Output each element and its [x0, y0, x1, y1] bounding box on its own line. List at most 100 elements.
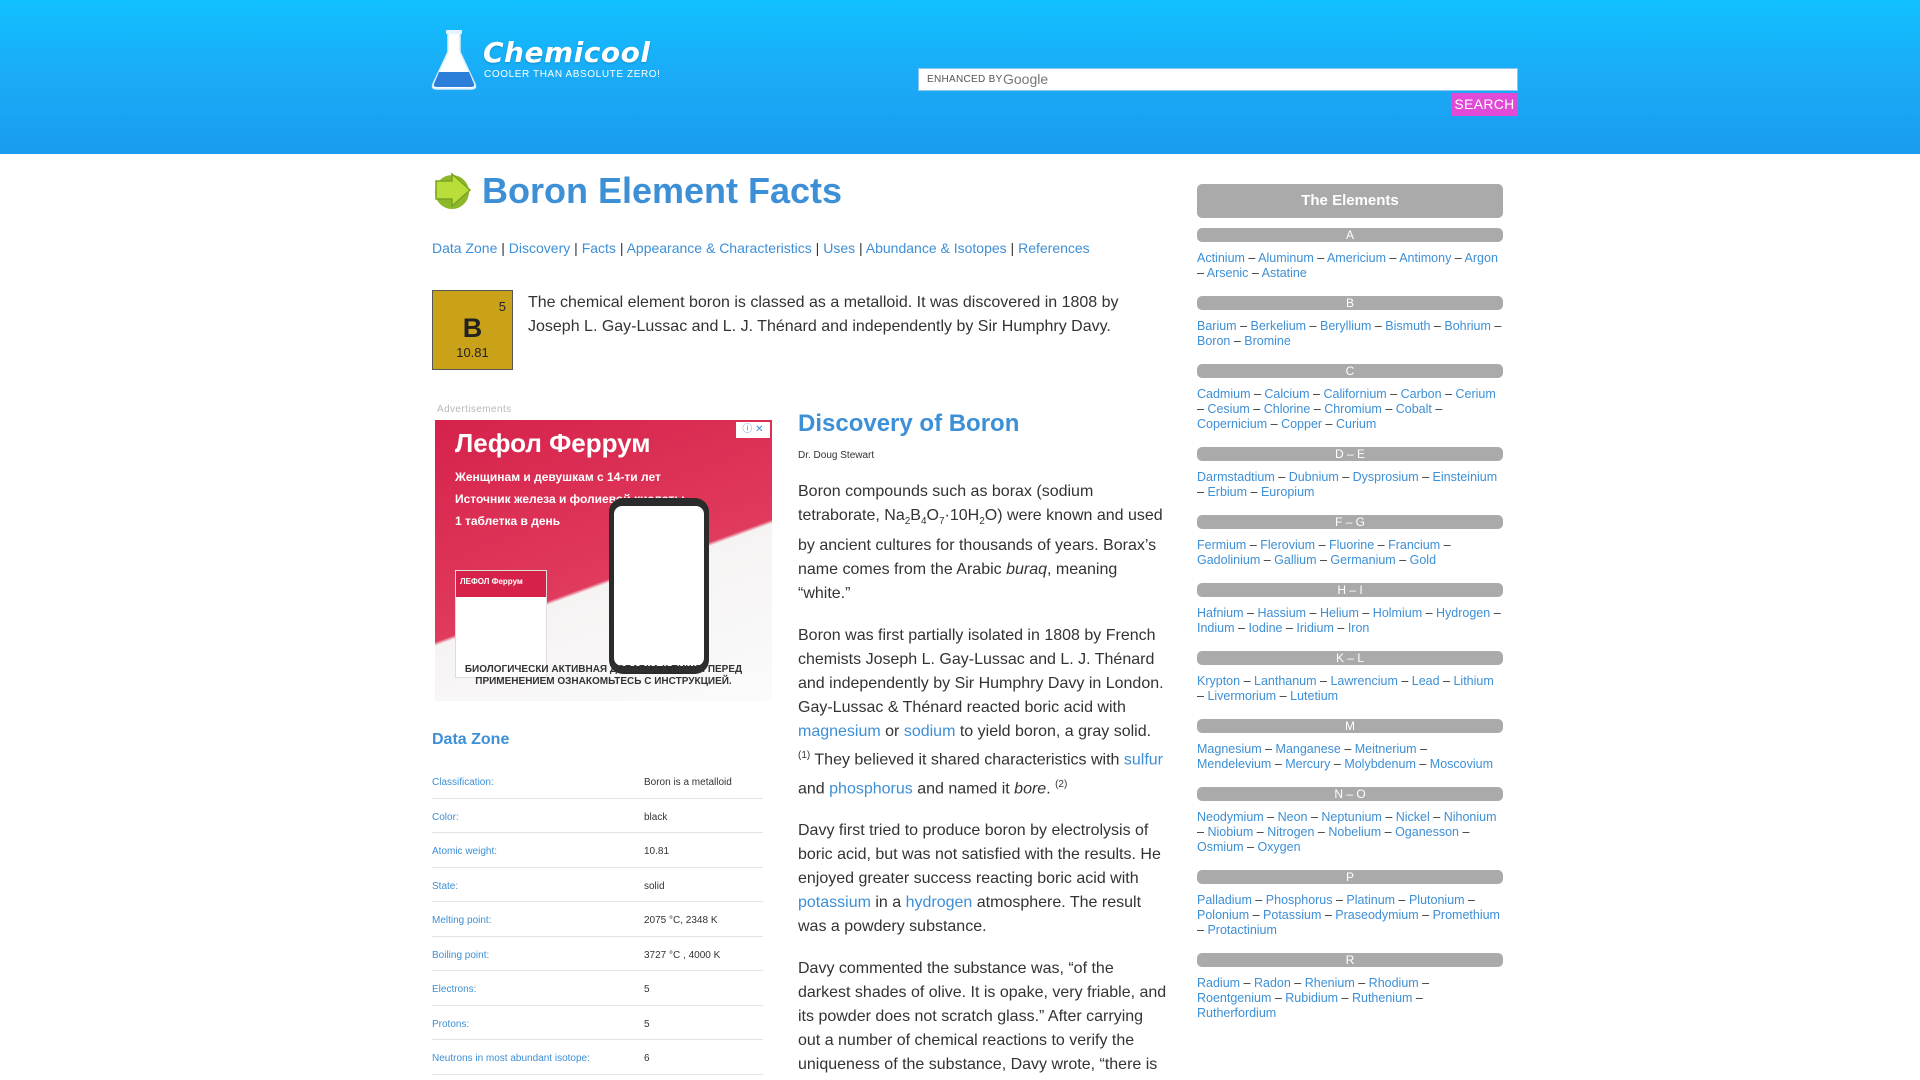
- sidebar-element-link[interactable]: Ruthenium: [1352, 991, 1412, 1005]
- link-sodium[interactable]: sodium: [904, 723, 956, 740]
- sidebar-element-link[interactable]: Bohrium: [1444, 319, 1491, 333]
- sidebar-element-link[interactable]: Bromine: [1244, 334, 1291, 348]
- sidebar-element-link[interactable]: Copernicium: [1197, 417, 1267, 431]
- ad-info-icon[interactable]: ⓘ ✕: [736, 422, 770, 438]
- sidebar-element-link[interactable]: Hassium: [1257, 606, 1306, 620]
- sidebar-element-link[interactable]: Erbium: [1207, 485, 1247, 499]
- sidebar-element-link[interactable]: Plutonium: [1409, 893, 1465, 907]
- sidebar-element-link[interactable]: Arsenic: [1207, 266, 1249, 280]
- sidebar-element-link[interactable]: Protactinium: [1207, 923, 1276, 937]
- sidebar-element-link[interactable]: Neodymium: [1197, 810, 1264, 824]
- sidebar-element-link[interactable]: Manganese: [1276, 742, 1341, 756]
- sidebar-element-link[interactable]: Chlorine: [1264, 402, 1311, 416]
- sidebar-element-link[interactable]: Palladium: [1197, 893, 1252, 907]
- sidebar-element-link[interactable]: Nobelium: [1328, 825, 1381, 839]
- sidebar-element-link[interactable]: Moscovium: [1430, 757, 1493, 771]
- search-input[interactable]: ENHANCED BY Google: [918, 68, 1518, 91]
- sidebar-element-link[interactable]: Molybdenum: [1344, 757, 1416, 771]
- sidebar-element-link[interactable]: Antimony: [1399, 251, 1451, 265]
- sidebar-element-link[interactable]: Darmstadtium: [1197, 470, 1275, 484]
- sidebar-element-link[interactable]: Germanium: [1330, 553, 1395, 567]
- sidebar-element-link[interactable]: Mercury: [1285, 757, 1330, 771]
- sidebar-element-link[interactable]: Rubidium: [1285, 991, 1338, 1005]
- sidebar-element-link[interactable]: Osmium: [1197, 840, 1244, 854]
- link-hydrogen[interactable]: hydrogen: [906, 894, 973, 911]
- sidebar-element-link[interactable]: Lead: [1412, 674, 1440, 688]
- sidebar-element-link[interactable]: Americium: [1327, 251, 1386, 265]
- sidebar-element-link[interactable]: Rhodium: [1369, 976, 1419, 990]
- sidebar-element-link[interactable]: Gold: [1410, 553, 1436, 567]
- sidebar-element-link[interactable]: Copper: [1281, 417, 1322, 431]
- sidebar-element-link[interactable]: Lanthanum: [1254, 674, 1317, 688]
- toc-link-abundance[interactable]: Abundance & Isotopes: [866, 240, 1007, 256]
- sidebar-element-link[interactable]: Dysprosium: [1353, 470, 1419, 484]
- sidebar-element-link[interactable]: Krypton: [1197, 674, 1240, 688]
- sidebar-element-link[interactable]: Dubnium: [1289, 470, 1339, 484]
- sidebar-element-link[interactable]: Cobalt: [1396, 402, 1432, 416]
- sidebar-element-link[interactable]: Rhenium: [1305, 976, 1355, 990]
- sidebar-element-link[interactable]: Praseodymium: [1335, 908, 1418, 922]
- sidebar-element-link[interactable]: Iron: [1348, 621, 1370, 635]
- sidebar-element-link[interactable]: Boron: [1197, 334, 1230, 348]
- sidebar-element-link[interactable]: Niobium: [1207, 825, 1253, 839]
- sidebar-element-link[interactable]: Fermium: [1197, 538, 1246, 552]
- sidebar-element-link[interactable]: Barium: [1197, 319, 1237, 333]
- sidebar-element-link[interactable]: Meitnerium: [1355, 742, 1417, 756]
- sidebar-element-link[interactable]: Lithium: [1453, 674, 1493, 688]
- toc-link-appearance[interactable]: Appearance & Characteristics: [627, 240, 812, 256]
- sidebar-element-link[interactable]: Magnesium: [1197, 742, 1262, 756]
- sidebar-element-link[interactable]: Nickel: [1396, 810, 1430, 824]
- sidebar-element-link[interactable]: Hydrogen: [1436, 606, 1490, 620]
- toc-link-facts[interactable]: Facts: [582, 240, 616, 256]
- sidebar-element-link[interactable]: Oganesson: [1395, 825, 1459, 839]
- sidebar-element-link[interactable]: Polonium: [1197, 908, 1249, 922]
- sidebar-element-link[interactable]: Potassium: [1263, 908, 1321, 922]
- sidebar-element-link[interactable]: Fluorine: [1329, 538, 1374, 552]
- sidebar-element-link[interactable]: Holmium: [1373, 606, 1422, 620]
- sidebar-element-link[interactable]: Gallium: [1274, 553, 1316, 567]
- sidebar-element-link[interactable]: Promethium: [1433, 908, 1500, 922]
- sidebar-element-link[interactable]: Actinium: [1197, 251, 1245, 265]
- sidebar-element-link[interactable]: Curium: [1336, 417, 1376, 431]
- link-magnesium[interactable]: magnesium: [798, 723, 881, 740]
- sidebar-element-link[interactable]: Indium: [1197, 621, 1235, 635]
- sidebar-element-link[interactable]: Einsteinium: [1433, 470, 1498, 484]
- sidebar-element-link[interactable]: Astatine: [1262, 266, 1307, 280]
- sidebar-element-link[interactable]: Oxygen: [1257, 840, 1300, 854]
- sidebar-element-link[interactable]: Gadolinium: [1197, 553, 1260, 567]
- sidebar-element-link[interactable]: Iodine: [1248, 621, 1282, 635]
- toc-link-discovery[interactable]: Discovery: [509, 240, 570, 256]
- sidebar-element-link[interactable]: Chromium: [1324, 402, 1382, 416]
- sidebar-element-link[interactable]: Cesium: [1207, 402, 1249, 416]
- sidebar-element-link[interactable]: Helium: [1320, 606, 1359, 620]
- sidebar-element-link[interactable]: Aluminum: [1258, 251, 1314, 265]
- search-button[interactable]: SEARCH: [1451, 93, 1518, 116]
- sidebar-element-link[interactable]: Radon: [1254, 976, 1291, 990]
- sidebar-element-link[interactable]: Iridium: [1296, 621, 1334, 635]
- sidebar-element-link[interactable]: Lawrencium: [1330, 674, 1397, 688]
- site-logo[interactable]: Chemicool COOLER THAN ABSOLUTE ZERO!: [428, 28, 668, 98]
- sidebar-element-link[interactable]: Livermorium: [1207, 689, 1276, 703]
- sidebar-element-link[interactable]: Berkelium: [1251, 319, 1307, 333]
- sidebar-element-link[interactable]: Bismuth: [1385, 319, 1430, 333]
- link-potassium[interactable]: potassium: [798, 894, 871, 911]
- sidebar-element-link[interactable]: Neptunium: [1321, 810, 1381, 824]
- toc-link-uses[interactable]: Uses: [823, 240, 855, 256]
- sidebar-element-link[interactable]: Roentgenium: [1197, 991, 1271, 1005]
- sidebar-element-link[interactable]: Calcium: [1264, 387, 1309, 401]
- sidebar-element-link[interactable]: Nihonium: [1444, 810, 1497, 824]
- toc-link-references[interactable]: References: [1018, 240, 1090, 256]
- advertisement[interactable]: ⓘ ✕ Лефол Феррум Женщинам и девушкам с 1…: [435, 420, 772, 701]
- sidebar-element-link[interactable]: Phosphorus: [1266, 893, 1333, 907]
- sidebar-element-link[interactable]: Europium: [1261, 485, 1315, 499]
- toc-link-data-zone[interactable]: Data Zone: [432, 240, 497, 256]
- sidebar-element-link[interactable]: Beryllium: [1320, 319, 1371, 333]
- sidebar-element-link[interactable]: Hafnium: [1197, 606, 1244, 620]
- link-sulfur[interactable]: sulfur: [1124, 752, 1163, 769]
- sidebar-element-link[interactable]: Platinum: [1346, 893, 1395, 907]
- sidebar-element-link[interactable]: Carbon: [1401, 387, 1442, 401]
- sidebar-element-link[interactable]: Lutetium: [1290, 689, 1338, 703]
- sidebar-element-link[interactable]: Neon: [1278, 810, 1308, 824]
- sidebar-element-link[interactable]: Cadmium: [1197, 387, 1251, 401]
- sidebar-element-link[interactable]: Francium: [1388, 538, 1440, 552]
